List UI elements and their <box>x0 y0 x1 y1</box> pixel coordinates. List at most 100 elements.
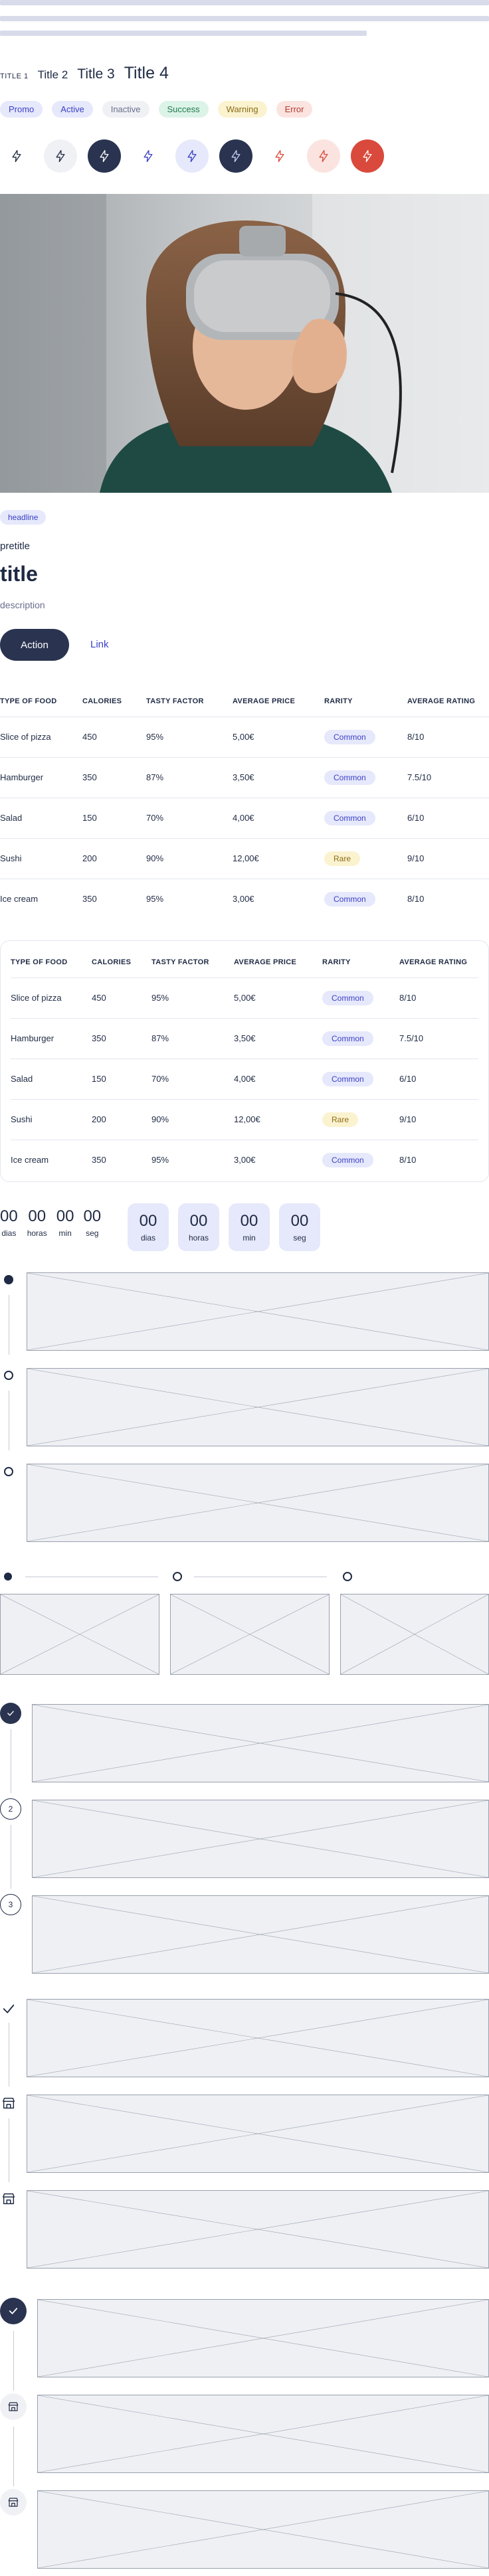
cell: 5,00€ <box>234 977 322 1018</box>
cell: 9/10 <box>399 1098 478 1140</box>
action-button[interactable]: Action <box>0 629 69 661</box>
table-row: Salad 150 70% 4,00€ Common 6/10 <box>0 797 489 838</box>
badge-success: Success <box>158 101 209 118</box>
cell: Hamburger <box>0 756 82 798</box>
store-icon <box>0 2489 27 2516</box>
rarity-badge: Common <box>324 810 375 825</box>
cell: 3,00€ <box>234 1139 322 1180</box>
placeholder-image <box>0 1594 159 1675</box>
cell: 350 <box>92 1139 151 1180</box>
description: description <box>0 600 45 610</box>
placeholder-image <box>32 1704 489 1782</box>
table-row: Slice of pizza 450 95% 5,00€ Common 8/10 <box>0 716 489 757</box>
cell: Hamburger <box>11 1017 92 1059</box>
cell: Ice cream <box>0 878 82 919</box>
cell: Slice of pizza <box>11 977 92 1018</box>
cell: Salad <box>11 1058 92 1099</box>
rarity-badge: Rare <box>322 1112 359 1127</box>
col-header: AVERAGE RATING <box>399 958 468 966</box>
table-row: Slice of pizza 450 95% 5,00€ Common 8/10 <box>11 977 478 1018</box>
title-samples: TITLE 1 Title 2 Title 3 Title 4 <box>0 64 169 83</box>
countdown-unit: 00 dias <box>128 1203 169 1251</box>
placeholder-image <box>27 1272 489 1351</box>
bolt-icon[interactable] <box>175 139 209 173</box>
store-icon <box>1 2096 16 2110</box>
bolt-icon[interactable] <box>132 139 165 173</box>
title-3: Title 3 <box>77 66 115 82</box>
cell: 70% <box>146 797 233 838</box>
badge-row: Promo Active Inactive Success Warning Er… <box>0 101 313 118</box>
step-dot <box>4 1371 13 1380</box>
step-number: 3 <box>0 1894 21 1915</box>
store-icon <box>1 2191 16 2206</box>
rarity-badge: Common <box>322 1152 373 1167</box>
table-row: Ice cream 350 95% 3,00€ Common 8/10 <box>0 878 489 919</box>
countdown-unit: 00 seg <box>83 1207 102 1238</box>
countdown-unit: 00 seg <box>279 1203 320 1251</box>
cell: 5,00€ <box>233 716 324 757</box>
cell: 7.5/10 <box>407 756 489 798</box>
icon-button-row <box>0 139 395 173</box>
cell: 8/10 <box>399 1139 478 1180</box>
bolt-icon[interactable] <box>0 139 33 173</box>
bolt-icon[interactable] <box>88 139 121 173</box>
placeholder-image <box>37 2299 489 2377</box>
bolt-icon[interactable] <box>219 139 252 173</box>
badge-warning: Warning <box>217 101 267 118</box>
rarity-badge: Common <box>324 891 375 906</box>
skeleton-bar <box>0 0 489 5</box>
cell: 3,00€ <box>233 878 324 919</box>
cell: 12,00€ <box>234 1098 322 1140</box>
countdown-unit: 00 min <box>56 1207 74 1238</box>
cell: 4,00€ <box>233 797 324 838</box>
cell: 6/10 <box>407 797 489 838</box>
col-header: AVERAGE PRICE <box>234 958 297 966</box>
placeholder-image <box>27 2095 489 2173</box>
col-header: RARITY <box>324 697 353 705</box>
hero-image <box>0 194 489 493</box>
title-1: TITLE 1 <box>0 72 29 80</box>
col-header: TASTY FACTOR <box>146 697 204 705</box>
cell: 450 <box>82 716 146 757</box>
col-header: CALORIES <box>82 697 122 705</box>
food-table-card: TYPE OF FOOD CALORIES TASTY FACTOR AVERA… <box>11 947 478 1180</box>
col-header: TYPE OF FOOD <box>0 697 57 705</box>
bolt-icon[interactable] <box>44 139 77 173</box>
skeleton-bar <box>0 31 367 36</box>
cell: 4,00€ <box>234 1058 322 1099</box>
cell: Sushi <box>0 837 82 879</box>
cell: 350 <box>82 878 146 919</box>
countdown-plain: 00 dias 00 horas 00 min 00 seg <box>0 1207 101 1238</box>
link-button[interactable]: Link <box>90 639 109 650</box>
rarity-badge: Common <box>322 1071 373 1086</box>
skeleton-bar <box>0 16 489 21</box>
cell: 150 <box>82 797 146 838</box>
countdown-unit: 00 horas <box>178 1203 219 1251</box>
bolt-icon[interactable] <box>307 139 340 173</box>
placeholder-image <box>27 1464 489 1542</box>
table-row: Hamburger 350 87% 3,50€ Common 7.5/10 <box>0 756 489 798</box>
badge-promo: Promo <box>0 101 43 118</box>
page-title: title <box>0 562 38 586</box>
placeholder-image <box>32 1800 489 1878</box>
rarity-badge: Common <box>324 729 375 744</box>
cell: 8/10 <box>407 716 489 757</box>
cell: 87% <box>146 756 233 798</box>
countdown-unit: 00 dias <box>0 1207 18 1238</box>
badge-inactive: Inactive <box>102 101 149 118</box>
placeholder-image <box>27 2190 489 2269</box>
bolt-icon[interactable] <box>351 139 384 173</box>
rarity-badge: Common <box>322 990 373 1005</box>
cell: 87% <box>151 1017 234 1059</box>
bolt-icon[interactable] <box>263 139 296 173</box>
col-header: RARITY <box>322 958 351 966</box>
cell: 350 <box>82 756 146 798</box>
placeholder-image <box>32 1895 489 1974</box>
vr-headset-photo <box>0 194 489 493</box>
step-number: 2 <box>0 1798 21 1820</box>
table-row: Sushi 200 90% 12,00€ Rare 9/10 <box>0 837 489 879</box>
placeholder-image <box>27 1999 489 2077</box>
placeholder-image <box>170 1594 330 1675</box>
cell: 95% <box>151 977 234 1018</box>
check-icon <box>0 2298 27 2324</box>
